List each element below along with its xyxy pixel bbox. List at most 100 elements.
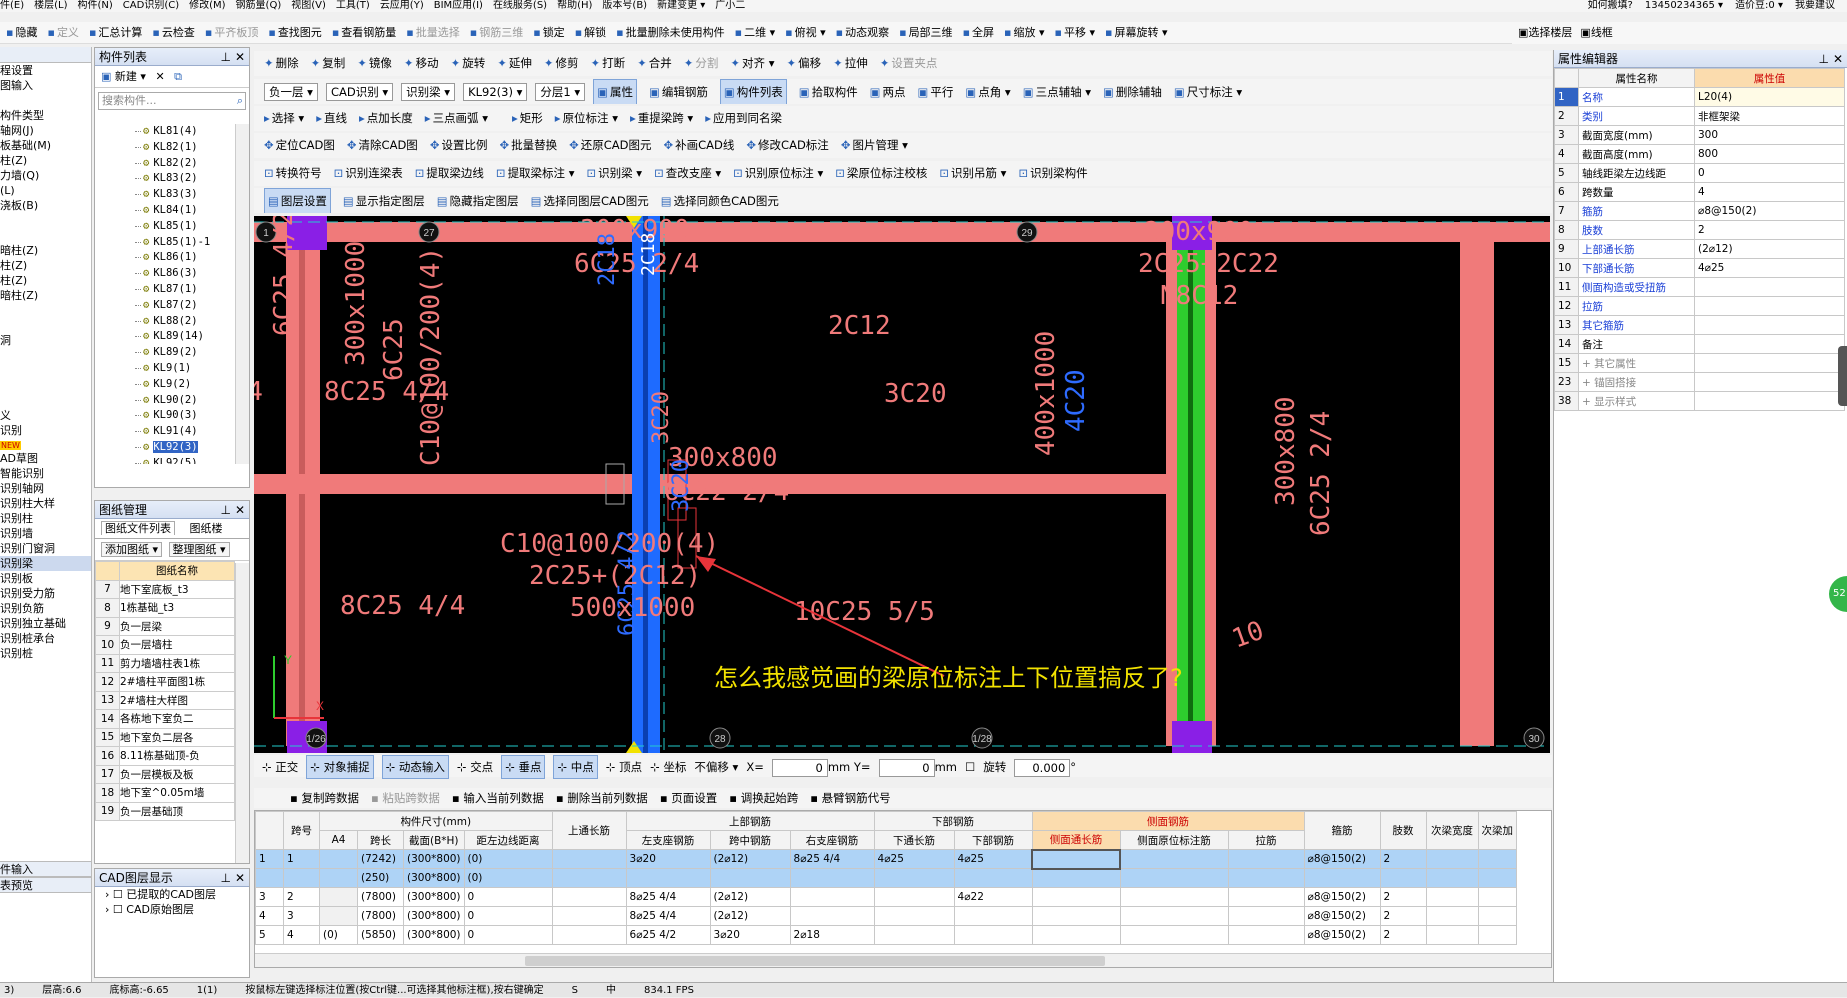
property-value[interactable] bbox=[1694, 334, 1845, 354]
nav-item[interactable] bbox=[0, 213, 91, 228]
nav-item[interactable] bbox=[0, 348, 91, 363]
toolbar-button[interactable]: ✦ 分割 bbox=[684, 51, 719, 76]
toolbar-button[interactable]: ▪ 汇总计算 bbox=[89, 22, 142, 43]
close-icon[interactable]: ✕ bbox=[235, 48, 245, 66]
menu-item[interactable]: 修改(M) bbox=[189, 0, 225, 11]
menu-item[interactable]: 楼层(L) bbox=[34, 0, 67, 11]
toolbar-button[interactable]: ✦ 设置夹点 bbox=[880, 51, 938, 76]
table-cell[interactable] bbox=[319, 868, 358, 888]
cad-annotation[interactable]: 2C12 bbox=[828, 311, 891, 341]
drawing-row[interactable]: 10 负一层墙柱 bbox=[95, 635, 235, 655]
drawing-row[interactable]: 12 2#墙柱平面图1栋 bbox=[95, 672, 235, 692]
table-cell[interactable] bbox=[319, 887, 358, 907]
toolbar-button[interactable]: ▤ 选择同颜色CAD图元 bbox=[661, 189, 779, 213]
property-row[interactable]: 23 + 锚固搭接 bbox=[1554, 372, 1845, 392]
drawing-row[interactable]: 14 各栋地下室负二 bbox=[95, 709, 235, 729]
table-cell[interactable] bbox=[1031, 925, 1121, 945]
table-cell[interactable] bbox=[1031, 887, 1121, 907]
table-row[interactable]: 3 2 (7800) (300*800) 0 8⌀25 4/4 (2⌀12) 4⌀22 ⌀8@1… bbox=[255, 887, 1518, 907]
menu-item[interactable]: 版本号(B) bbox=[602, 0, 647, 11]
property-value[interactable] bbox=[1694, 277, 1845, 297]
property-value[interactable]: 2 bbox=[1694, 220, 1845, 240]
nav-item[interactable]: 义 bbox=[0, 408, 91, 423]
table-cell[interactable]: 0 bbox=[463, 925, 553, 945]
component-item[interactable]: ⚙ KL85(1) bbox=[95, 219, 235, 235]
table-cell[interactable] bbox=[1031, 906, 1121, 926]
property-row[interactable]: 3 截面宽度(mm) 300 bbox=[1554, 125, 1845, 145]
property-value[interactable] bbox=[1694, 372, 1845, 392]
component-item[interactable]: ⚙ KL83(3) bbox=[95, 187, 235, 203]
toolbar-button[interactable]: ▪ 屏幕旋转 ▾ bbox=[1105, 22, 1168, 43]
table-cell[interactable]: (300*800) bbox=[403, 849, 465, 869]
property-value[interactable]: L20(4) bbox=[1694, 87, 1845, 107]
property-row[interactable]: 10 下部通长筋 4⌀25 bbox=[1554, 258, 1845, 278]
toolbar-button[interactable]: ▸ 选择 ▾ bbox=[264, 106, 304, 131]
toolbar-button[interactable]: ▣ 编辑钢筋 bbox=[649, 80, 708, 104]
table-cell[interactable] bbox=[1227, 849, 1305, 869]
column[interactable] bbox=[1172, 721, 1212, 753]
table-cell[interactable]: 0 bbox=[463, 887, 553, 907]
table-cell[interactable] bbox=[953, 906, 1033, 926]
menu-right-item[interactable]: 如何搬填? bbox=[1588, 0, 1633, 11]
cad-annotation[interactable]: 6C25 bbox=[379, 318, 409, 381]
drawing-name[interactable]: 各栋地下室负二 bbox=[119, 709, 235, 729]
table-cell[interactable]: 4⌀22 bbox=[953, 887, 1033, 907]
table-cell[interactable]: (300*800) bbox=[403, 906, 465, 926]
menu-item[interactable]: 件(E) bbox=[0, 0, 24, 11]
component-item[interactable]: ⚙ KL82(1) bbox=[95, 140, 235, 156]
table-cell[interactable]: (300*800) bbox=[403, 868, 465, 888]
search-icon[interactable]: ⌕ bbox=[237, 93, 243, 109]
snap-button[interactable]: ⊹ 顶点 bbox=[606, 756, 642, 778]
layer-original[interactable]: › ☐ CAD原始图层 bbox=[95, 902, 249, 917]
property-value[interactable] bbox=[1694, 391, 1845, 411]
nav-item[interactable] bbox=[0, 393, 91, 408]
table-cell[interactable] bbox=[1119, 906, 1229, 926]
toolbar-select[interactable]: 分层1 ▾ bbox=[535, 83, 586, 101]
property-value[interactable]: 300 bbox=[1694, 125, 1845, 145]
nav-item[interactable]: 识别梁 bbox=[0, 556, 91, 571]
property-row[interactable]: 14 备注 bbox=[1554, 334, 1845, 354]
table-cell[interactable] bbox=[283, 868, 320, 888]
table-cell[interactable]: 4⌀25 bbox=[953, 849, 1033, 869]
nav-item[interactable]: 识别墙 bbox=[0, 526, 91, 541]
cad-annotation[interactable]: 400x1000 bbox=[1031, 331, 1061, 456]
table-cell[interactable] bbox=[1477, 925, 1518, 945]
table-cell[interactable] bbox=[1119, 887, 1229, 907]
rotate-checkbox[interactable]: ☐ bbox=[965, 756, 975, 778]
table-cell[interactable] bbox=[1477, 887, 1518, 907]
component-item[interactable]: ⚙ KL86(1) bbox=[95, 250, 235, 266]
toolbar-button[interactable]: ▣ 尺寸标注 ▾ bbox=[1174, 80, 1242, 104]
toolbar-button[interactable]: ▪ 钢筋三维 bbox=[470, 22, 523, 43]
drawing-name[interactable]: 8.11栋基础顶-负 bbox=[119, 746, 235, 766]
beam-far-right[interactable] bbox=[1460, 222, 1494, 746]
toolbar-button[interactable]: ▣选择楼层 bbox=[1518, 22, 1572, 44]
nav-item[interactable]: 识别 bbox=[0, 423, 91, 438]
cad-annotation[interactable]: 6C25 4/2 bbox=[269, 216, 299, 336]
nav-item[interactable]: 暗柱(Z) bbox=[0, 243, 91, 258]
component-item[interactable]: ⚙ KL83(2) bbox=[95, 171, 235, 187]
toolbar-button[interactable]: ▤ 选择同图层CAD图元 bbox=[531, 189, 649, 213]
nav-item[interactable]: 板基础(M) bbox=[0, 138, 91, 153]
new-component-button[interactable]: ▣ 新建 ▾ bbox=[101, 70, 146, 83]
nav-item[interactable]: 暗柱(Z) bbox=[0, 288, 91, 303]
cad-annotation[interactable]: C10@100/200(4) bbox=[416, 247, 446, 466]
grid-tool-button[interactable]: ▪ 页面设置 bbox=[660, 788, 717, 808]
nav-item[interactable]: 柱(Z) bbox=[0, 273, 91, 288]
drawing-row[interactable]: 16 8.11栋基础顶-负 bbox=[95, 746, 235, 766]
nav-item[interactable]: 识别桩承台 bbox=[0, 631, 91, 646]
pin-icon[interactable]: ⊥ bbox=[221, 48, 231, 66]
component-item[interactable]: ⚙ KL90(3) bbox=[95, 408, 235, 424]
drawing-name[interactable]: 2#墙柱大样图 bbox=[119, 690, 235, 710]
snap-button[interactable]: ⊹ 交点 bbox=[457, 756, 493, 778]
nav-item[interactable]: 力墙(Q) bbox=[0, 168, 91, 183]
snap-button[interactable]: ⊹ 对象捕捉 bbox=[306, 755, 374, 779]
cad-annotation[interactable]: 2C18 bbox=[595, 233, 620, 286]
nav-item[interactable]: 浇板(B) bbox=[0, 198, 91, 213]
component-item[interactable]: ⚙ KL84(1) bbox=[95, 203, 235, 219]
nav-block[interactable]: 表预览 bbox=[0, 877, 91, 893]
menu-item[interactable]: 帮助(H) bbox=[557, 0, 592, 11]
component-item[interactable]: ⚙ KL89(14) bbox=[95, 329, 235, 345]
table-cell[interactable] bbox=[709, 868, 791, 888]
toolbar-button[interactable]: ✥ 还原CAD图元 bbox=[569, 133, 651, 158]
grid-tool-button[interactable]: ▪ 粘贴跨数据 bbox=[371, 788, 440, 808]
